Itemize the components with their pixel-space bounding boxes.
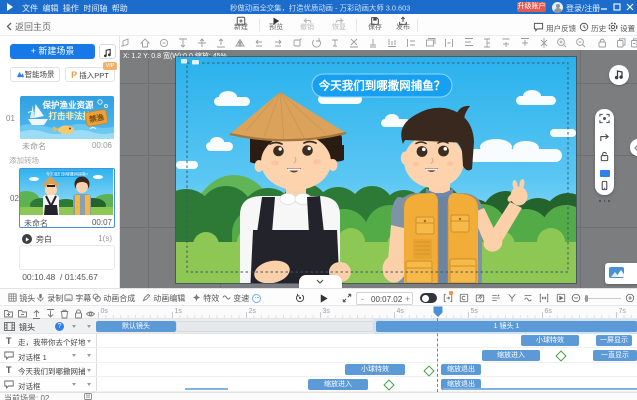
svg-text:保护渔业资源: 保护渔业资源 (41, 100, 94, 110)
svg-text:2s: 2s (249, 308, 257, 315)
svg-text:6s: 6s (545, 308, 553, 315)
svg-text:1s: 1s (175, 308, 183, 315)
svg-text:5s: 5s (471, 308, 479, 315)
svg-text:7s: 7s (619, 308, 627, 315)
svg-text:3s: 3s (323, 308, 331, 315)
svg-text:今天我们到哪撒网捕鱼?: 今天我们到哪撒网捕鱼? (46, 171, 89, 177)
svg-text:0s: 0s (101, 308, 109, 315)
svg-text:今天我们到哪撒网捕鱼？: 今天我们到哪撒网捕鱼？ (318, 79, 446, 93)
svg-text:4s: 4s (397, 308, 405, 315)
